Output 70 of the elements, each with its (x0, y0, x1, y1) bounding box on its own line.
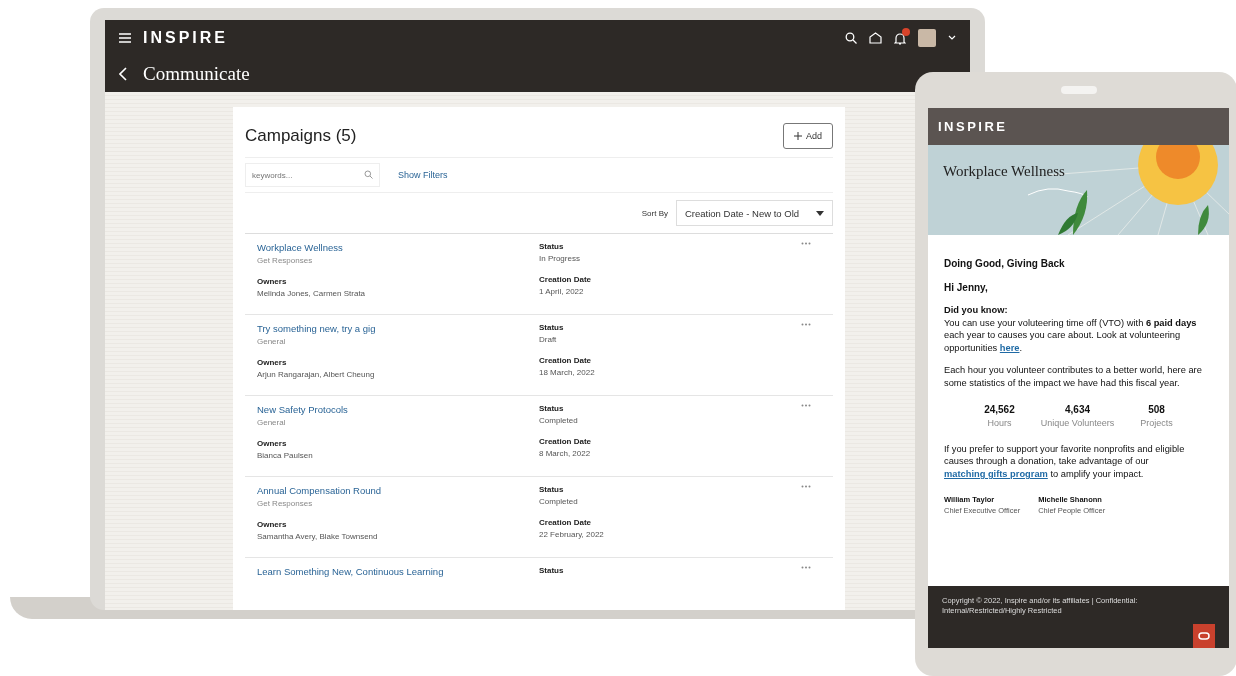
date-value: 1 April, 2022 (539, 287, 585, 296)
date-label: Creation Date (539, 518, 592, 527)
owners-value: Bianca Paulsen (257, 451, 314, 460)
owners-value: Arjun Rangarajan, Albert Cheung (257, 370, 376, 379)
show-filters-link[interactable]: Show Filters (398, 170, 448, 180)
greeting: Hi Jenny, (944, 280, 989, 294)
status-value: In Progress (539, 254, 581, 263)
status-label: Status (539, 323, 565, 332)
owners-value: Melinda Jones, Carmen Strata (257, 289, 367, 298)
card-title: Campaigns (5) (245, 126, 357, 146)
brand-logo-icon (1193, 624, 1215, 648)
more-options-icon[interactable] (801, 242, 811, 245)
owners-value: Samantha Avery, Blake Townsend (257, 532, 379, 541)
status-label: Status (539, 404, 565, 413)
campaign-name-link[interactable]: Annual Compensation Round (257, 485, 539, 496)
campaign-type: General (257, 418, 287, 427)
search-field[interactable]: keywords... (245, 163, 380, 187)
campaign-name-link[interactable]: New Safety Protocols (257, 404, 539, 415)
owners-label: Owners (257, 520, 288, 529)
more-options-icon[interactable] (801, 485, 811, 488)
campaign-type: Get Responses (257, 256, 314, 265)
campaign-name-link[interactable]: Try something new, try a gig (257, 323, 539, 334)
more-options-icon[interactable] (801, 566, 811, 569)
phone-speaker (1061, 86, 1097, 94)
status-value: Completed (539, 416, 579, 425)
status-label: Status (539, 566, 565, 575)
body-paragraph: If you prefer to support your favorite nonprofits and eligible causes through a donation, take advantage of our matching gifts program to amplify your impact. (944, 442, 1186, 481)
date-value: 18 March, 2022 (539, 368, 596, 377)
stat-value: 508 (1148, 403, 1165, 417)
intro-label: Did you know: (944, 304, 1009, 317)
search-icon[interactable] (845, 32, 857, 44)
campaign-name-link[interactable]: Learn Something New, Continuous Learning (257, 566, 539, 577)
body-paragraph: Each hour you volunteer contributes to a better world, here are some statistics of the impact we have had this fiscal year. (944, 364, 1203, 390)
campaign-type: General (257, 337, 287, 346)
app-logo: INSPIRE (143, 29, 228, 47)
date-value: 22 February, 2022 (539, 530, 605, 539)
campaign-name-link[interactable]: Workplace Wellness (257, 242, 539, 253)
caret-down-icon (816, 210, 824, 216)
stat-label: Projects (1140, 416, 1173, 429)
owners-label: Owners (257, 439, 288, 448)
campaign-type: Get Responses (257, 499, 314, 508)
add-button[interactable]: Add (783, 123, 833, 149)
owners-label: Owners (257, 358, 288, 367)
date-label: Creation Date (539, 275, 592, 284)
date-value: 8 March, 2022 (539, 449, 592, 458)
page-title: Communicate (143, 63, 250, 85)
status-value: Completed (539, 497, 579, 506)
sort-label: Sort By (641, 208, 668, 218)
email-logo: INSPIRE (938, 119, 1008, 134)
more-options-icon[interactable] (801, 323, 811, 326)
status-label: Status (539, 242, 565, 251)
banner-title: Workplace Wellness (943, 163, 1065, 180)
plus-icon (794, 132, 802, 140)
home-icon[interactable] (869, 32, 882, 44)
owners-label: Owners (257, 277, 288, 286)
date-label: Creation Date (539, 437, 592, 446)
stat-label: Unique Volunteers (1040, 416, 1115, 429)
email-heading: Doing Good, Giving Back (944, 257, 1066, 271)
stat-value: 24,562 (984, 403, 1015, 417)
date-label: Creation Date (539, 356, 592, 365)
stat-value: 4,634 (1065, 403, 1091, 417)
status-value: Draft (539, 335, 558, 344)
more-options-icon[interactable] (801, 404, 811, 407)
status-label: Status (539, 485, 565, 494)
chevron-down-icon[interactable] (948, 35, 956, 41)
sort-dropdown[interactable]: Creation Date - New to Old (676, 200, 833, 226)
menu-icon[interactable] (119, 33, 131, 43)
text-link[interactable]: matching gifts program (944, 469, 1048, 479)
stat-label: Hours (987, 416, 1012, 429)
body-paragraph: You can use your voluteering time off (VTO) with 6 paid days each year to causes you care about. Look at volunteering opportunities here. (944, 316, 1198, 355)
